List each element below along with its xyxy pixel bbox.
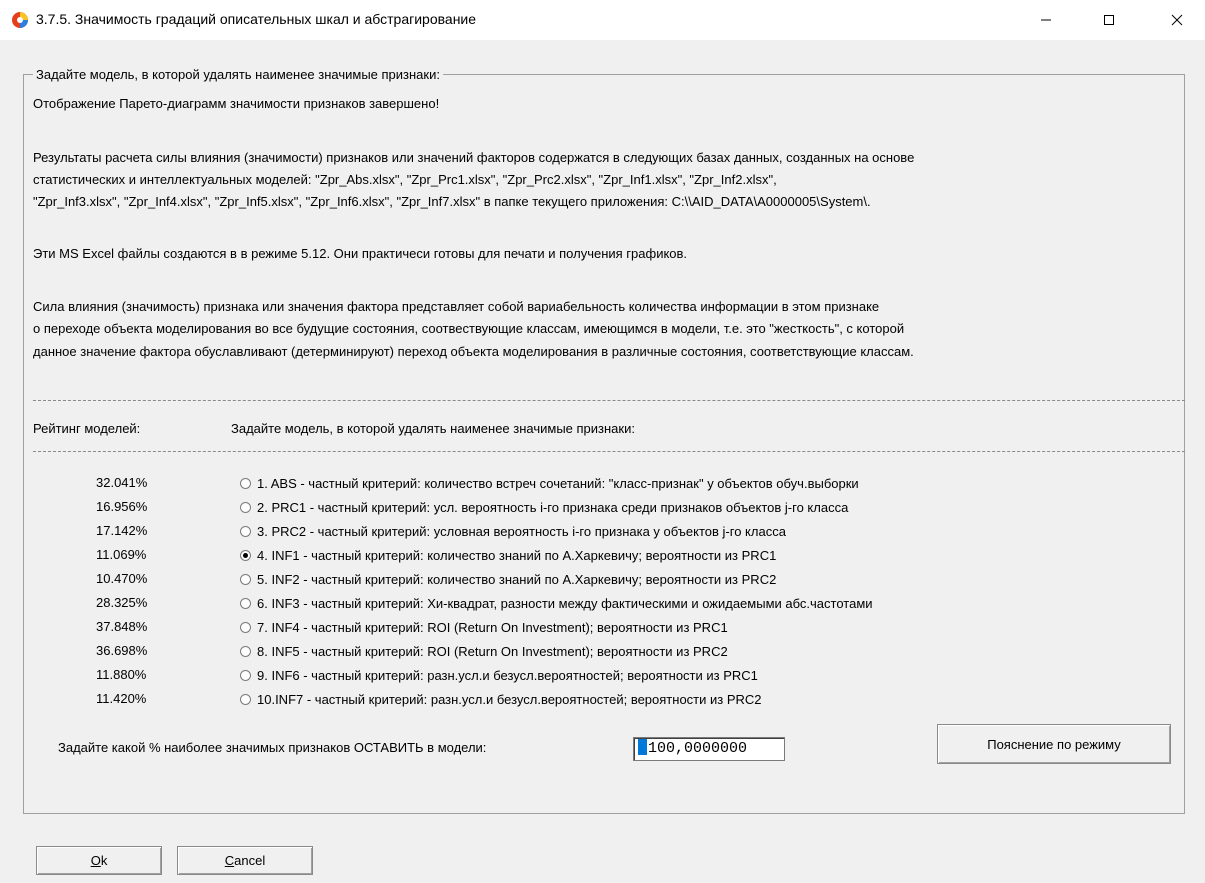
model-option-label: 3. PRC2 - частный критерий: условная вер… — [257, 523, 786, 539]
separator-bottom — [33, 451, 1185, 452]
model-option-label: 10.INF7 - частный критерий: разн.усл.и б… — [257, 691, 762, 707]
significance-text-line-3: данное значение фактора обуславливают (д… — [33, 344, 914, 359]
model-rating: 10.470% — [96, 571, 148, 586]
app-icon — [12, 12, 28, 28]
model-radio[interactable] — [240, 573, 251, 585]
keep-percent-input[interactable]: 100,0000000 — [633, 737, 785, 761]
ok-label-rest: k — [100, 853, 108, 868]
results-text-line-1: Результаты расчета силы влияния (значимо… — [33, 150, 915, 165]
model-radio[interactable] — [240, 645, 251, 657]
model-option[interactable]: 4. INF1 - частный критерий: количество з… — [240, 546, 776, 564]
model-option[interactable]: 8. INF5 - частный критерий: ROI (Return … — [240, 642, 728, 660]
results-text-line-3: "Zpr_Inf3.xlsx", "Zpr_Inf4.xlsx", "Zpr_I… — [33, 194, 871, 209]
model-rating: 28.325% — [96, 595, 148, 610]
cancel-label-rest: ancel — [234, 853, 266, 868]
title-bar: 3.7.5. Значимость градаций описательных … — [0, 0, 1205, 40]
model-option-label: 5. INF2 - частный критерий: количество з… — [257, 571, 777, 587]
significance-text-line-1: Сила влияния (значимость) признака или з… — [33, 299, 880, 314]
model-radio[interactable] — [240, 549, 251, 561]
model-radio[interactable] — [240, 693, 251, 705]
model-choice-header: Задайте модель, в которой удалять наимен… — [231, 421, 635, 436]
maximize-button[interactable] — [1086, 0, 1132, 40]
model-rating: 17.142% — [96, 523, 148, 538]
text-caret — [638, 739, 647, 755]
minimize-button[interactable] — [1023, 0, 1069, 40]
mode-help-label: Пояснение по режиму — [987, 736, 1121, 752]
model-option-label: 6. INF3 - частный критерий: Хи-квадрат, … — [257, 595, 873, 611]
model-rating: 32.041% — [96, 475, 148, 490]
model-option[interactable]: 2. PRC1 - частный критерий: усл. вероятн… — [240, 498, 848, 516]
model-option[interactable]: 3. PRC2 - частный критерий: условная вер… — [240, 522, 786, 540]
model-radio[interactable] — [240, 669, 251, 681]
keep-percent-label: Задайте какой % наиболее значимых призна… — [58, 740, 487, 755]
model-radio[interactable] — [240, 501, 251, 513]
model-option-label: 7. INF4 - частный критерий: ROI (Return … — [257, 619, 728, 635]
model-option-label: 2. PRC1 - частный критерий: усл. вероятн… — [257, 499, 849, 515]
mode-help-button[interactable]: Пояснение по режиму — [937, 724, 1171, 764]
model-radio[interactable] — [240, 477, 251, 489]
model-option[interactable]: 1. ABS - частный критерий: количество вс… — [240, 474, 859, 492]
close-icon — [1171, 14, 1183, 26]
model-option[interactable]: 5. INF2 - частный критерий: количество з… — [240, 570, 776, 588]
ok-button[interactable]: Ok — [36, 846, 162, 875]
maximize-icon — [1104, 15, 1114, 25]
model-option[interactable]: 7. INF4 - частный критерий: ROI (Return … — [240, 618, 728, 636]
model-option-label: 4. INF1 - частный критерий: количество з… — [257, 547, 777, 563]
model-option[interactable]: 10.INF7 - частный критерий: разн.усл.и б… — [240, 690, 762, 708]
excel-info-text: Эти MS Excel файлы создаются в в режиме … — [33, 246, 688, 261]
model-rating: 16.956% — [96, 499, 148, 514]
close-button[interactable] — [1154, 0, 1200, 40]
model-option-label: 9. INF6 - частный критерий: разн.усл.и б… — [257, 667, 758, 683]
model-rating: 37.848% — [96, 619, 148, 634]
model-radio[interactable] — [240, 525, 251, 537]
groupbox-legend: Задайте модель, в которой удалять наимен… — [33, 67, 443, 82]
model-option-label: 1. ABS - частный критерий: количество вс… — [257, 475, 859, 491]
separator-top — [33, 400, 1185, 401]
model-option-label: 8. INF5 - частный критерий: ROI (Return … — [257, 643, 728, 659]
model-radio[interactable] — [240, 597, 251, 609]
rating-header: Рейтинг моделей: — [33, 421, 141, 436]
significance-text-line-2: о переходе объекта моделирования во все … — [33, 321, 905, 336]
model-rating: 11.880% — [96, 667, 147, 682]
cancel-button[interactable]: Cancel — [177, 846, 313, 875]
window-title: 3.7.5. Значимость градаций описательных … — [36, 11, 477, 27]
completion-message: Отображение Парето-диаграмм значимости п… — [33, 96, 440, 111]
model-option[interactable]: 9. INF6 - частный критерий: разн.усл.и б… — [240, 666, 758, 684]
model-radio[interactable] — [240, 621, 251, 633]
minimize-icon — [1041, 19, 1051, 21]
model-rating: 11.420% — [96, 691, 147, 706]
results-text-line-2: статистических и интеллектуальных моделе… — [33, 172, 777, 187]
model-option[interactable]: 6. INF3 - частный критерий: Хи-квадрат, … — [240, 594, 873, 612]
cancel-mnemonic: C — [224, 853, 235, 868]
model-rating: 36.698% — [96, 643, 148, 658]
model-rating: 11.069% — [96, 547, 147, 562]
keep-percent-value: 100,0000000 — [648, 740, 748, 757]
ok-mnemonic: O — [90, 853, 101, 868]
